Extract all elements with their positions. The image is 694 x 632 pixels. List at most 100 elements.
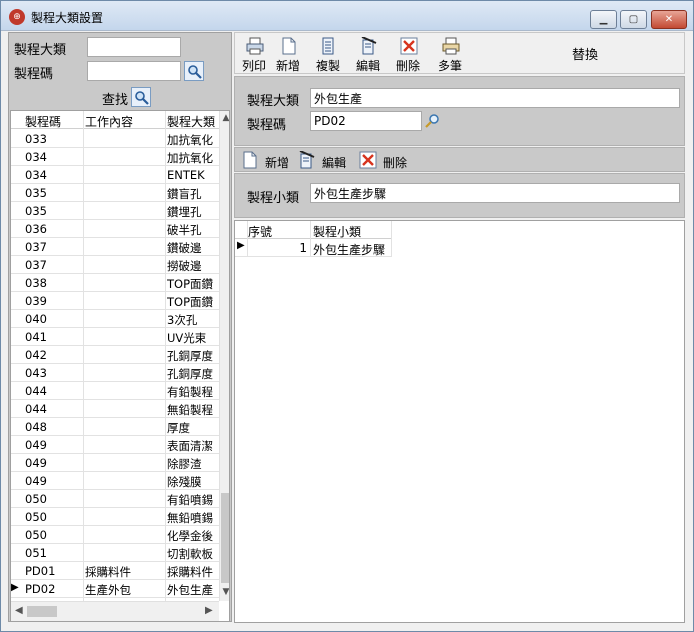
column-header-work[interactable]: 工作內容 bbox=[85, 113, 133, 130]
table-row[interactable]: 048 厚度 bbox=[11, 418, 219, 436]
maximize-button[interactable]: ▢ bbox=[620, 10, 647, 29]
close-button[interactable]: ✕ bbox=[651, 10, 687, 29]
code-search-input[interactable] bbox=[87, 61, 181, 81]
table-row[interactable]: 051 切割軟板 bbox=[11, 544, 219, 562]
table-row[interactable]: 050 化學金後 bbox=[11, 526, 219, 544]
row-code: PD02 bbox=[25, 582, 56, 596]
row-work: 採購料件 bbox=[85, 565, 131, 579]
table-row[interactable]: 049 表面清潔 bbox=[11, 436, 219, 454]
row-code: 037 bbox=[25, 258, 47, 272]
scroll-right-icon[interactable]: ▶ bbox=[205, 605, 213, 616]
copy-label: 複製 bbox=[315, 59, 340, 73]
row-category: 加抗氧化 bbox=[167, 151, 213, 165]
column-header-category[interactable]: 製程大類 bbox=[167, 113, 215, 130]
copy-button[interactable]: 複製 bbox=[311, 35, 345, 73]
table-row[interactable]: 044 無鉛製程 bbox=[11, 400, 219, 418]
table-row[interactable]: 036 破半孔 bbox=[11, 220, 219, 238]
row-code: 042 bbox=[25, 348, 47, 362]
table-row[interactable]: 034 加抗氧化 bbox=[11, 148, 219, 166]
new-document-icon bbox=[243, 151, 257, 169]
detail-delete-label: 刪除 bbox=[383, 156, 408, 170]
category-search-input[interactable] bbox=[87, 37, 181, 57]
row-code: 034 bbox=[25, 168, 47, 182]
table-row[interactable]: 041 UV光束 bbox=[11, 328, 219, 346]
row-category: 無鉛製程 bbox=[167, 403, 213, 417]
table-row[interactable]: 040 3次孔 bbox=[11, 310, 219, 328]
table-row[interactable]: 050 無鉛噴錫 bbox=[11, 508, 219, 526]
scroll-up-icon[interactable]: ▲ bbox=[220, 113, 229, 123]
detail-delete-button[interactable]: 刪除 bbox=[359, 151, 415, 171]
multi-button[interactable]: 多筆 bbox=[433, 35, 467, 73]
scroll-left-icon[interactable]: ◀ bbox=[15, 605, 23, 616]
replace-button[interactable]: 替換 bbox=[572, 44, 598, 63]
column-header-seq[interactable]: 序號 bbox=[248, 223, 272, 240]
table-row[interactable]: 044 有鉛製程 bbox=[11, 382, 219, 400]
category-field[interactable] bbox=[310, 88, 680, 108]
row-category: 破半孔 bbox=[167, 223, 202, 237]
scroll-thumb[interactable] bbox=[221, 493, 229, 583]
code-lookup-button[interactable] bbox=[184, 61, 204, 81]
title-bar[interactable]: ⊕ 製程大類設置 ▁ ▢ ✕ bbox=[1, 1, 693, 31]
table-row[interactable]: 042 孔銅厚度 bbox=[11, 346, 219, 364]
table-row[interactable]: 049 除膠渣 bbox=[11, 454, 219, 472]
table-row[interactable]: 037 撈破邊 bbox=[11, 256, 219, 274]
edit-document-icon bbox=[299, 151, 315, 169]
horizontal-scrollbar[interactable]: ◀ ▶ bbox=[11, 601, 219, 621]
table-row[interactable]: 039 TOP面鑽 bbox=[11, 292, 219, 310]
category-list-grid[interactable]: 製程碼 工作內容 製程大類 033 加抗氧化 034 加抗氧化 034 ENTEK 035 鑽… bbox=[10, 110, 230, 622]
edit-button[interactable]: 編輯 bbox=[351, 35, 385, 73]
code-field[interactable] bbox=[310, 111, 422, 131]
row-code: 037 bbox=[25, 240, 47, 254]
detail-grid[interactable]: 序號 製程小類 ▶ 1 外包生產步驟 bbox=[234, 220, 685, 623]
lookup-search-icon[interactable] bbox=[425, 113, 441, 129]
row-category: 切割軟板 bbox=[167, 547, 213, 561]
table-row[interactable]: 035 鑽盲孔 bbox=[11, 184, 219, 202]
table-row[interactable]: 043 孔銅厚度 bbox=[11, 364, 219, 382]
row-code: 049 bbox=[25, 474, 47, 488]
edit-document-icon bbox=[361, 37, 377, 55]
row-category: 厚度 bbox=[167, 421, 190, 435]
table-row[interactable]: 050 有鉛噴錫 bbox=[11, 490, 219, 508]
row-pointer-icon: ▶ bbox=[237, 240, 245, 251]
detail-edit-button[interactable]: 編輯 bbox=[298, 151, 354, 171]
detail-new-button[interactable]: 新增 bbox=[241, 151, 295, 171]
row-seq: 1 bbox=[299, 241, 307, 255]
table-row[interactable]: 049 除殘膜 bbox=[11, 472, 219, 490]
search-icon bbox=[135, 91, 149, 105]
delete-button[interactable]: 刪除 bbox=[391, 35, 425, 73]
category-form: 製程大類 製程碼 bbox=[234, 76, 685, 146]
printer-icon bbox=[246, 37, 264, 55]
row-category: 採購料件 bbox=[167, 565, 213, 579]
code-label: 製程碼 bbox=[247, 118, 287, 133]
scroll-thumb[interactable] bbox=[27, 606, 57, 617]
detail-row[interactable]: ▶ 1 外包生產步驟 bbox=[235, 239, 392, 257]
table-row[interactable]: ▶ PD02 生產外包 外包生產 bbox=[11, 580, 219, 598]
search-button[interactable] bbox=[131, 87, 151, 107]
table-row[interactable]: 038 TOP面鑽 bbox=[11, 274, 219, 292]
column-divider bbox=[310, 221, 311, 257]
column-header-sub[interactable]: 製程小類 bbox=[313, 223, 361, 240]
multi-label: 多筆 bbox=[437, 59, 462, 73]
new-button[interactable]: 新增 bbox=[271, 35, 305, 73]
row-category: TOP面鑽 bbox=[167, 277, 214, 291]
table-row[interactable]: 033 加抗氧化 bbox=[11, 130, 219, 148]
table-row[interactable]: 035 鑽埋孔 bbox=[11, 202, 219, 220]
delete-label: 刪除 bbox=[395, 59, 420, 73]
row-category: TOP面鑽 bbox=[167, 295, 214, 309]
table-row[interactable]: 034 ENTEK bbox=[11, 166, 219, 184]
detail-toolbar: 新增 編輯 刪除 bbox=[234, 147, 685, 172]
vertical-scrollbar[interactable]: ▲ ▼ bbox=[219, 111, 229, 601]
window-title: 製程大類設置 bbox=[31, 11, 104, 25]
print-button[interactable]: 列印 bbox=[237, 35, 271, 73]
code-label: 製程碼 bbox=[14, 67, 54, 82]
row-category: 外包生產 bbox=[167, 583, 213, 597]
sub-category-field[interactable] bbox=[310, 183, 680, 203]
minimize-button[interactable]: ▁ bbox=[590, 10, 617, 29]
new-document-icon bbox=[282, 37, 296, 55]
row-category: 化學金後 bbox=[167, 529, 213, 543]
scroll-down-icon[interactable]: ▼ bbox=[220, 587, 229, 597]
row-code: 050 bbox=[25, 528, 47, 542]
table-row[interactable]: 037 鑽破邊 bbox=[11, 238, 219, 256]
table-row[interactable]: PD01 採購料件 採購料件 bbox=[11, 562, 219, 580]
column-header-code[interactable]: 製程碼 bbox=[25, 113, 61, 130]
